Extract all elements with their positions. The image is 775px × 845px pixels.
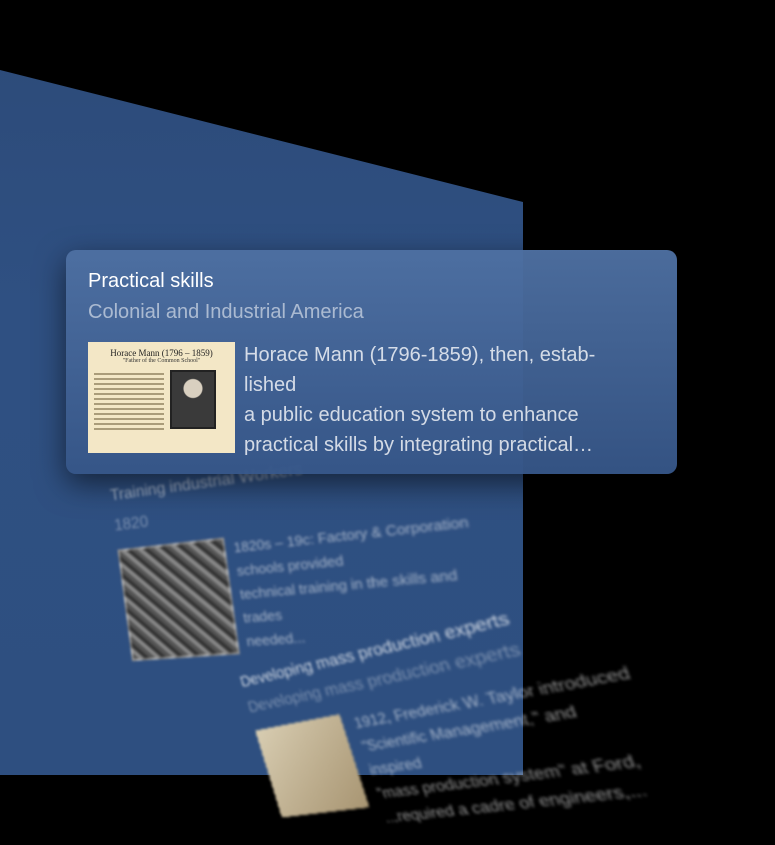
card-body: Horace Mann (1796-1859), then, estab- li… (244, 340, 664, 460)
factory-photo (117, 537, 240, 662)
background-card-year: 1820 (113, 513, 150, 535)
card-subtitle: Colonial and Industrial America (88, 301, 364, 323)
thumbnail-quote: "Father of the Common School" (122, 358, 201, 364)
body-line: lished (244, 374, 297, 396)
body-line: a public education system to enhance (244, 404, 579, 426)
thumbnail-heading: Horace Mann (1796 – 1859) (110, 348, 213, 358)
body-line: Horace Mann (1796-1859), then, estab- (244, 344, 596, 366)
book-cover-image (255, 714, 370, 818)
thumbnail-text-lines (94, 370, 164, 433)
horace-mann-slide-thumbnail[interactable]: Horace Mann (1796 – 1859) "Father of the… (88, 342, 235, 453)
practical-skills-card[interactable]: Practical skills Colonial and Industrial… (66, 250, 677, 474)
card-title: Practical skills (88, 270, 214, 292)
portrait-image (170, 370, 216, 429)
body-line: practical skills by integrating practica… (244, 434, 594, 456)
